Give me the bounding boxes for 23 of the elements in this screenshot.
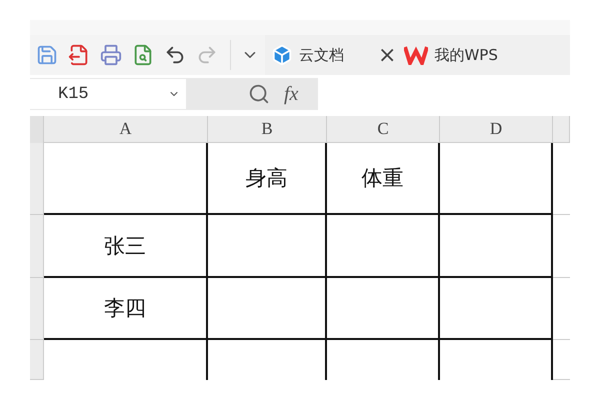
cube-icon [271,44,293,66]
column-header[interactable]: A [44,116,208,143]
row-header[interactable] [30,340,44,380]
zoom-icon[interactable] [248,83,270,105]
column-header[interactable]: B [208,116,327,143]
close-button[interactable]: × [378,42,396,68]
table-cell: 体重 [327,143,440,215]
row-header[interactable] [30,215,44,278]
table-cell: 李四 [44,278,208,340]
column-header[interactable] [553,116,570,143]
tab-label[interactable]: 云文档 [299,46,344,64]
column-header[interactable]: C [327,116,440,143]
table-cell: 张三 [44,215,208,278]
select-all-corner[interactable] [30,116,44,143]
tab-label[interactable]: 我的WPS [434,46,498,64]
table-cell: 身高 [208,143,327,215]
fx-label[interactable]: fx [284,82,298,106]
row-header[interactable] [30,278,44,340]
w-logo-icon [404,45,428,65]
print-button[interactable] [98,42,124,68]
name-box[interactable]: K15 [30,79,186,109]
row-header[interactable] [30,143,44,215]
column-header[interactable]: D [440,116,553,143]
